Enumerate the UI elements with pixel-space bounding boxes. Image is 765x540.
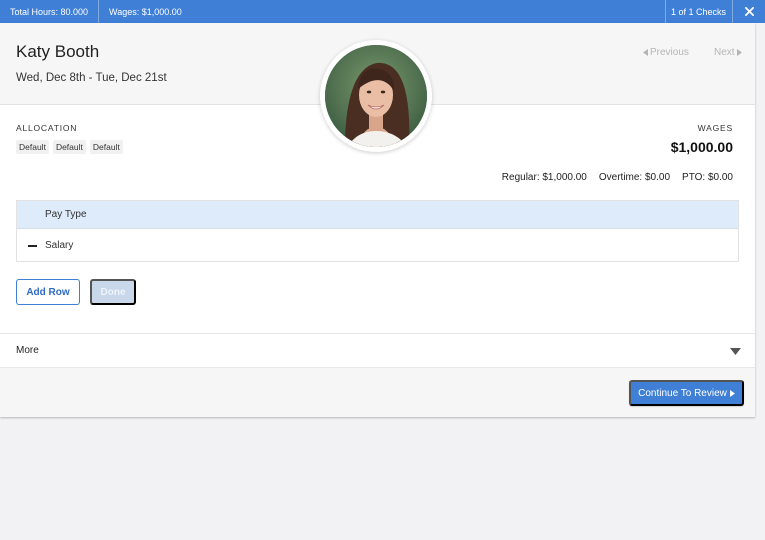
more-section-toggle[interactable]: More	[0, 333, 755, 368]
continue-label: Continue To Review	[638, 387, 727, 399]
previous-button[interactable]: Previous	[643, 47, 689, 58]
regular-wages: Regular: $1,000.00	[501, 172, 587, 183]
wages-label: WAGES	[697, 123, 733, 133]
avatar	[325, 45, 427, 147]
total-hours: Total Hours: 80.000	[0, 0, 100, 23]
allocation-chips: Default Default Default	[16, 140, 123, 154]
wages-breakdown: Regular: $1,000.00 Overtime: $0.00 PTO: …	[502, 172, 733, 183]
close-button[interactable]	[732, 0, 765, 23]
check-count: 1 of 1 Checks	[664, 0, 732, 23]
overtime-wages: Overtime: $0.00	[598, 172, 671, 183]
caret-left-icon	[643, 49, 648, 56]
allocation-chip: Default	[89, 140, 123, 154]
allocation-label: ALLOCATION	[16, 123, 78, 133]
top-summary-bar: Total Hours: 80.000 Wages: $1,000.00 1 o…	[0, 0, 765, 23]
employee-name: Katy Booth	[16, 42, 100, 61]
continue-to-review-button[interactable]: Continue To Review	[629, 380, 744, 406]
pay-type-header: Pay Type	[17, 201, 738, 229]
pay-period-dates: Wed, Dec 8th - Tue, Dec 21st	[16, 72, 167, 84]
check-editor-panel: Katy Booth Wed, Dec 8th - Tue, Dec 21st …	[0, 23, 755, 417]
previous-label: Previous	[650, 47, 689, 58]
pay-type-table: Pay Type Salary	[16, 200, 739, 262]
done-button[interactable]: Done	[90, 279, 136, 305]
employee-avatar-frame	[320, 40, 432, 152]
more-label: More	[16, 345, 39, 356]
close-icon	[744, 7, 754, 16]
next-label: Next	[714, 47, 735, 58]
remove-row-icon[interactable]	[28, 244, 37, 247]
allocation-chip: Default	[16, 140, 49, 154]
next-button[interactable]: Next	[714, 47, 742, 58]
pto-wages: PTO: $0.00	[682, 172, 733, 183]
caret-right-icon	[736, 49, 742, 56]
avatar-photo	[325, 45, 427, 147]
caret-right-icon	[729, 389, 735, 397]
wages-amount: $1,000.00	[670, 139, 733, 155]
footer-bar: Continue To Review	[0, 368, 755, 417]
total-wages: Wages: $1,000.00	[109, 6, 182, 17]
add-row-button[interactable]: Add Row	[16, 279, 80, 305]
pay-type-value: Salary	[45, 240, 74, 251]
table-row: Salary	[17, 229, 738, 262]
allocation-chip: Default	[52, 140, 86, 154]
chevron-down-icon	[730, 348, 741, 355]
